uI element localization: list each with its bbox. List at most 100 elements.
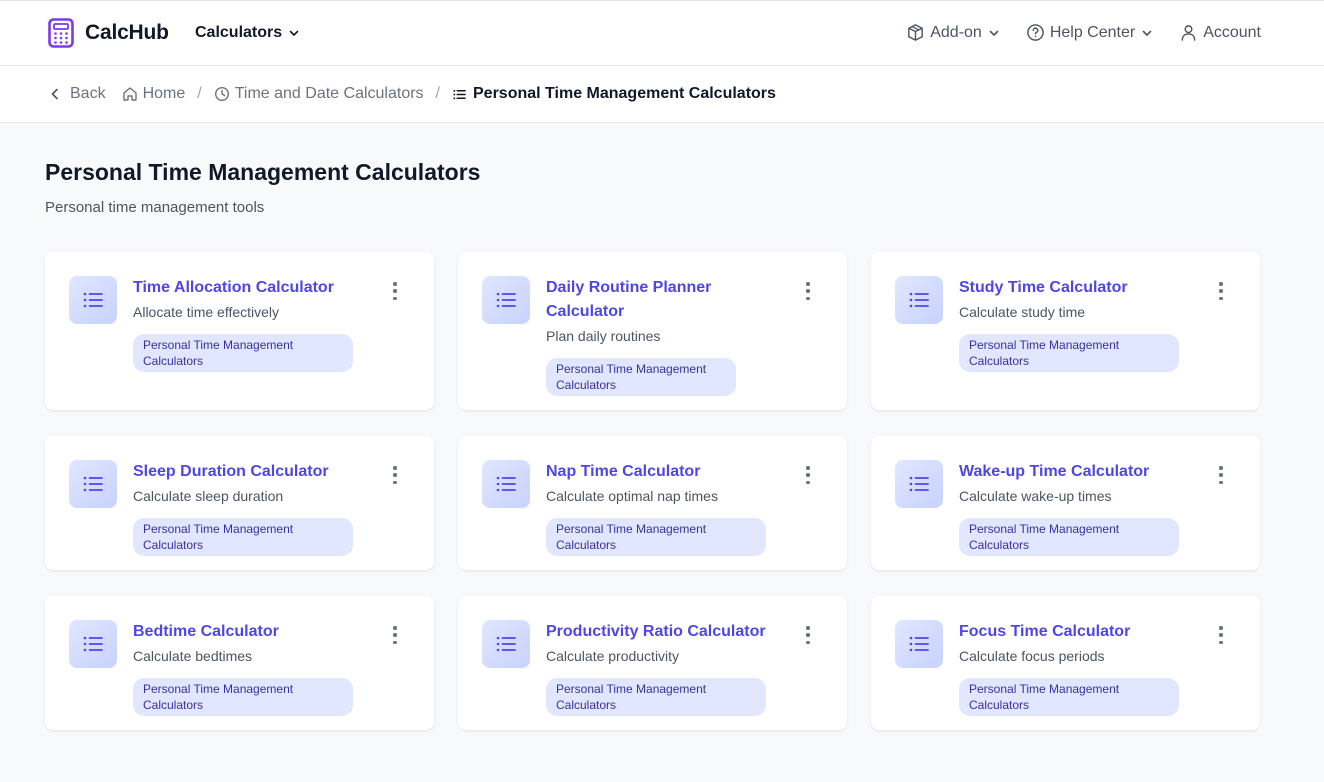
category-tag: Personal Time Management Calculators bbox=[959, 518, 1179, 556]
user-icon bbox=[1181, 25, 1196, 41]
card-title[interactable]: Daily Routine Planner Calculator bbox=[546, 276, 736, 324]
card-icon-tile bbox=[482, 620, 530, 668]
help-center-label: Help Center bbox=[1049, 23, 1136, 41]
home-icon bbox=[122, 87, 137, 101]
breadcrumb-parent-label: Time and Date Calculators bbox=[234, 85, 424, 102]
breadcrumb: Back Home / Time and Date Calculators / … bbox=[48, 85, 776, 103]
card-icon-tile bbox=[895, 460, 943, 508]
more-vertical-icon[interactable] bbox=[390, 626, 400, 644]
calculator-card[interactable]: Nap Time Calculator Calculate optimal na… bbox=[458, 436, 847, 570]
card-icon-tile bbox=[69, 460, 117, 508]
list-icon bbox=[453, 89, 466, 99]
chevron-down-icon bbox=[989, 30, 999, 36]
more-vertical-icon[interactable] bbox=[390, 466, 400, 484]
breadcrumb-current: Personal Time Management Calculators bbox=[452, 85, 776, 103]
breadcrumb-current-label: Personal Time Management Calculators bbox=[473, 85, 776, 102]
calculator-card[interactable]: Time Allocation Calculator Allocate time… bbox=[45, 252, 434, 410]
calculator-card[interactable]: Daily Routine Planner Calculator Plan da… bbox=[458, 252, 847, 410]
card-title[interactable]: Nap Time Calculator bbox=[546, 460, 766, 484]
account-label: Account bbox=[1203, 23, 1261, 41]
card-description: Allocate time effectively bbox=[133, 304, 280, 320]
list-icon bbox=[909, 636, 929, 652]
more-vertical-icon[interactable] bbox=[1216, 626, 1226, 644]
card-title[interactable]: Sleep Duration Calculator bbox=[133, 460, 353, 484]
card-description: Calculate productivity bbox=[546, 648, 680, 664]
list-icon bbox=[83, 476, 103, 492]
list-icon bbox=[496, 292, 516, 308]
card-title[interactable]: Productivity Ratio Calculator bbox=[546, 620, 766, 644]
list-icon bbox=[83, 292, 103, 308]
category-tag: Personal Time Management Calculators bbox=[546, 358, 736, 396]
card-description: Calculate wake-up times bbox=[959, 488, 1112, 504]
header-actions: Add-on Help Center Account bbox=[906, 23, 1261, 42]
brand-logo[interactable]: CalcHub bbox=[48, 18, 169, 48]
category-tag: Personal Time Management Calculators bbox=[133, 678, 353, 716]
more-vertical-icon[interactable] bbox=[1216, 466, 1226, 484]
clock-icon bbox=[214, 86, 229, 102]
category-tag: Personal Time Management Calculators bbox=[546, 678, 766, 716]
back-link[interactable]: Back bbox=[48, 85, 106, 103]
addon-menu[interactable]: Add-on bbox=[906, 23, 1000, 42]
card-icon-tile bbox=[895, 276, 943, 324]
calculator-card[interactable]: Study Time Calculator Calculate study ti… bbox=[871, 252, 1260, 410]
category-tag: Personal Time Management Calculators bbox=[959, 334, 1179, 372]
chevron-down-icon bbox=[289, 30, 299, 36]
back-label: Back bbox=[70, 85, 106, 102]
list-icon bbox=[496, 476, 516, 492]
more-vertical-icon[interactable] bbox=[1216, 282, 1226, 300]
card-icon-tile bbox=[69, 620, 117, 668]
card-icon-tile bbox=[69, 276, 117, 324]
card-title[interactable]: Wake-up Time Calculator bbox=[959, 460, 1179, 484]
category-tag: Personal Time Management Calculators bbox=[133, 334, 353, 372]
card-description: Calculate optimal nap times bbox=[546, 488, 718, 504]
card-description: Calculate sleep duration bbox=[133, 488, 284, 504]
card-icon-tile bbox=[482, 460, 530, 508]
cube-icon bbox=[908, 24, 924, 41]
more-vertical-icon[interactable] bbox=[803, 282, 813, 300]
card-title[interactable]: Bedtime Calculator bbox=[133, 620, 353, 644]
card-title[interactable]: Time Allocation Calculator bbox=[133, 276, 353, 300]
list-icon bbox=[496, 636, 516, 652]
breadcrumb-separator: / bbox=[435, 85, 440, 102]
calculator-icon bbox=[48, 18, 74, 48]
calculator-card[interactable]: Bedtime Calculator Calculate bedtimes Pe… bbox=[45, 596, 434, 730]
more-vertical-icon[interactable] bbox=[803, 466, 813, 484]
breadcrumb-separator: / bbox=[197, 85, 202, 102]
card-icon-tile bbox=[482, 276, 530, 324]
chevron-left-icon bbox=[51, 88, 58, 100]
more-vertical-icon[interactable] bbox=[803, 626, 813, 644]
breadcrumb-bar: Back Home / Time and Date Calculators / … bbox=[0, 66, 1324, 123]
calculator-card[interactable]: Focus Time Calculator Calculate focus pe… bbox=[871, 596, 1260, 730]
calculators-menu-label: Calculators bbox=[195, 24, 283, 41]
list-icon bbox=[909, 476, 929, 492]
account-menu[interactable]: Account bbox=[1179, 23, 1261, 42]
card-description: Calculate study time bbox=[959, 304, 1086, 320]
breadcrumb-parent[interactable]: Time and Date Calculators bbox=[214, 85, 424, 103]
page-title: Personal Time Management Calculators bbox=[45, 159, 481, 185]
category-tag: Personal Time Management Calculators bbox=[133, 518, 353, 556]
addon-label: Add-on bbox=[930, 23, 982, 41]
calculator-card[interactable]: Productivity Ratio Calculator Calculate … bbox=[458, 596, 847, 730]
card-description: Calculate focus periods bbox=[959, 648, 1105, 664]
list-icon bbox=[909, 292, 929, 308]
card-icon-tile bbox=[895, 620, 943, 668]
card-title[interactable]: Focus Time Calculator bbox=[959, 620, 1179, 644]
calculator-card[interactable]: Sleep Duration Calculator Calculate slee… bbox=[45, 436, 434, 570]
card-description: Calculate bedtimes bbox=[133, 648, 253, 664]
help-center-menu[interactable]: Help Center bbox=[1026, 23, 1153, 42]
page-subtitle: Personal time management tools bbox=[45, 199, 265, 216]
breadcrumb-home-label: Home bbox=[142, 85, 186, 102]
calculators-menu[interactable]: Calculators bbox=[195, 24, 300, 42]
card-description: Plan daily routines bbox=[546, 328, 661, 344]
help-circle-icon bbox=[1027, 24, 1044, 41]
chevron-down-icon bbox=[1142, 30, 1152, 36]
card-title[interactable]: Study Time Calculator bbox=[959, 276, 1179, 300]
calculator-card[interactable]: Wake-up Time Calculator Calculate wake-u… bbox=[871, 436, 1260, 570]
breadcrumb-home[interactable]: Home bbox=[122, 85, 186, 103]
more-vertical-icon[interactable] bbox=[390, 282, 400, 300]
brand-name: CalcHub bbox=[85, 21, 169, 44]
category-tag: Personal Time Management Calculators bbox=[959, 678, 1179, 716]
top-navbar: CalcHub Calculators Add-on Help Center A… bbox=[0, 0, 1324, 66]
list-icon bbox=[83, 636, 103, 652]
category-tag: Personal Time Management Calculators bbox=[546, 518, 766, 556]
